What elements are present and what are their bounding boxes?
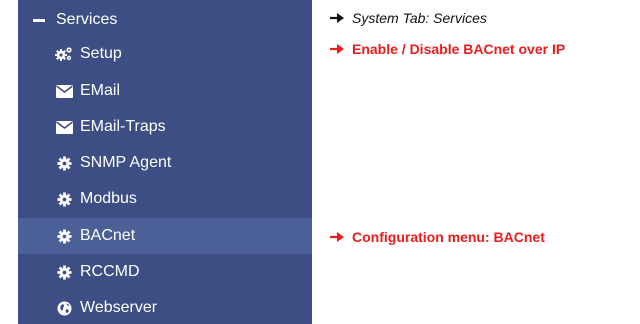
services-menu-header[interactable]: Services: [18, 5, 312, 35]
annotation-system-tab: System Tab: Services: [330, 10, 487, 26]
envelope-icon: [55, 118, 73, 136]
annotation-text: System Tab: Services: [352, 10, 487, 26]
sidebar-item-label: SNMP Agent: [80, 154, 172, 171]
annotation-text: Enable / Disable BACnet over IP: [352, 41, 566, 57]
gear-icon: [55, 263, 73, 281]
annotation-configuration-menu: Configuration menu: BACnet: [330, 229, 545, 245]
globe-icon: [55, 299, 73, 317]
annotation-text: Configuration menu: BACnet: [352, 229, 545, 245]
sidebar-item-webserver[interactable]: Webserver: [18, 290, 312, 324]
arrow-right-icon: [330, 13, 344, 23]
sidebar-item-label: Webserver: [80, 299, 158, 316]
sidebar-item-rccmd[interactable]: RCCMD: [18, 254, 312, 290]
arrow-right-icon: [330, 44, 344, 54]
gear-icon: [55, 154, 73, 172]
collapse-minus-icon: [33, 18, 45, 22]
sidebar-item-snmp-agent[interactable]: SNMP Agent: [18, 145, 312, 181]
sidebar-item-label: Setup: [80, 45, 122, 62]
sidebar-item-bacnet[interactable]: BACnet: [18, 218, 312, 254]
sidebar-item-label: Modbus: [80, 190, 137, 207]
services-header-label: Services: [56, 11, 118, 28]
sidebar-item-label: EMail-Traps: [80, 118, 166, 135]
envelope-icon: [55, 82, 73, 100]
sidebar-item-label: EMail: [80, 82, 121, 99]
sidebar-item-email-traps[interactable]: EMail-Traps: [18, 109, 312, 145]
arrow-right-icon: [330, 232, 344, 242]
sidebar-item-email[interactable]: EMail: [18, 73, 312, 109]
sidebar-item-label: RCCMD: [80, 263, 140, 280]
sidebar-item-label: BACnet: [80, 227, 136, 244]
gear-icon: [55, 227, 73, 245]
gear-icon: [55, 190, 73, 208]
annotation-enable-bacnet: Enable / Disable BACnet over IP: [330, 41, 565, 57]
sidebar-item-setup[interactable]: Setup: [18, 36, 312, 72]
sidebar-item-modbus[interactable]: Modbus: [18, 181, 312, 217]
gears-icon: [55, 45, 73, 63]
services-sidebar: Services Setup EMail EMail-Traps SNMP Ag…: [18, 0, 312, 324]
